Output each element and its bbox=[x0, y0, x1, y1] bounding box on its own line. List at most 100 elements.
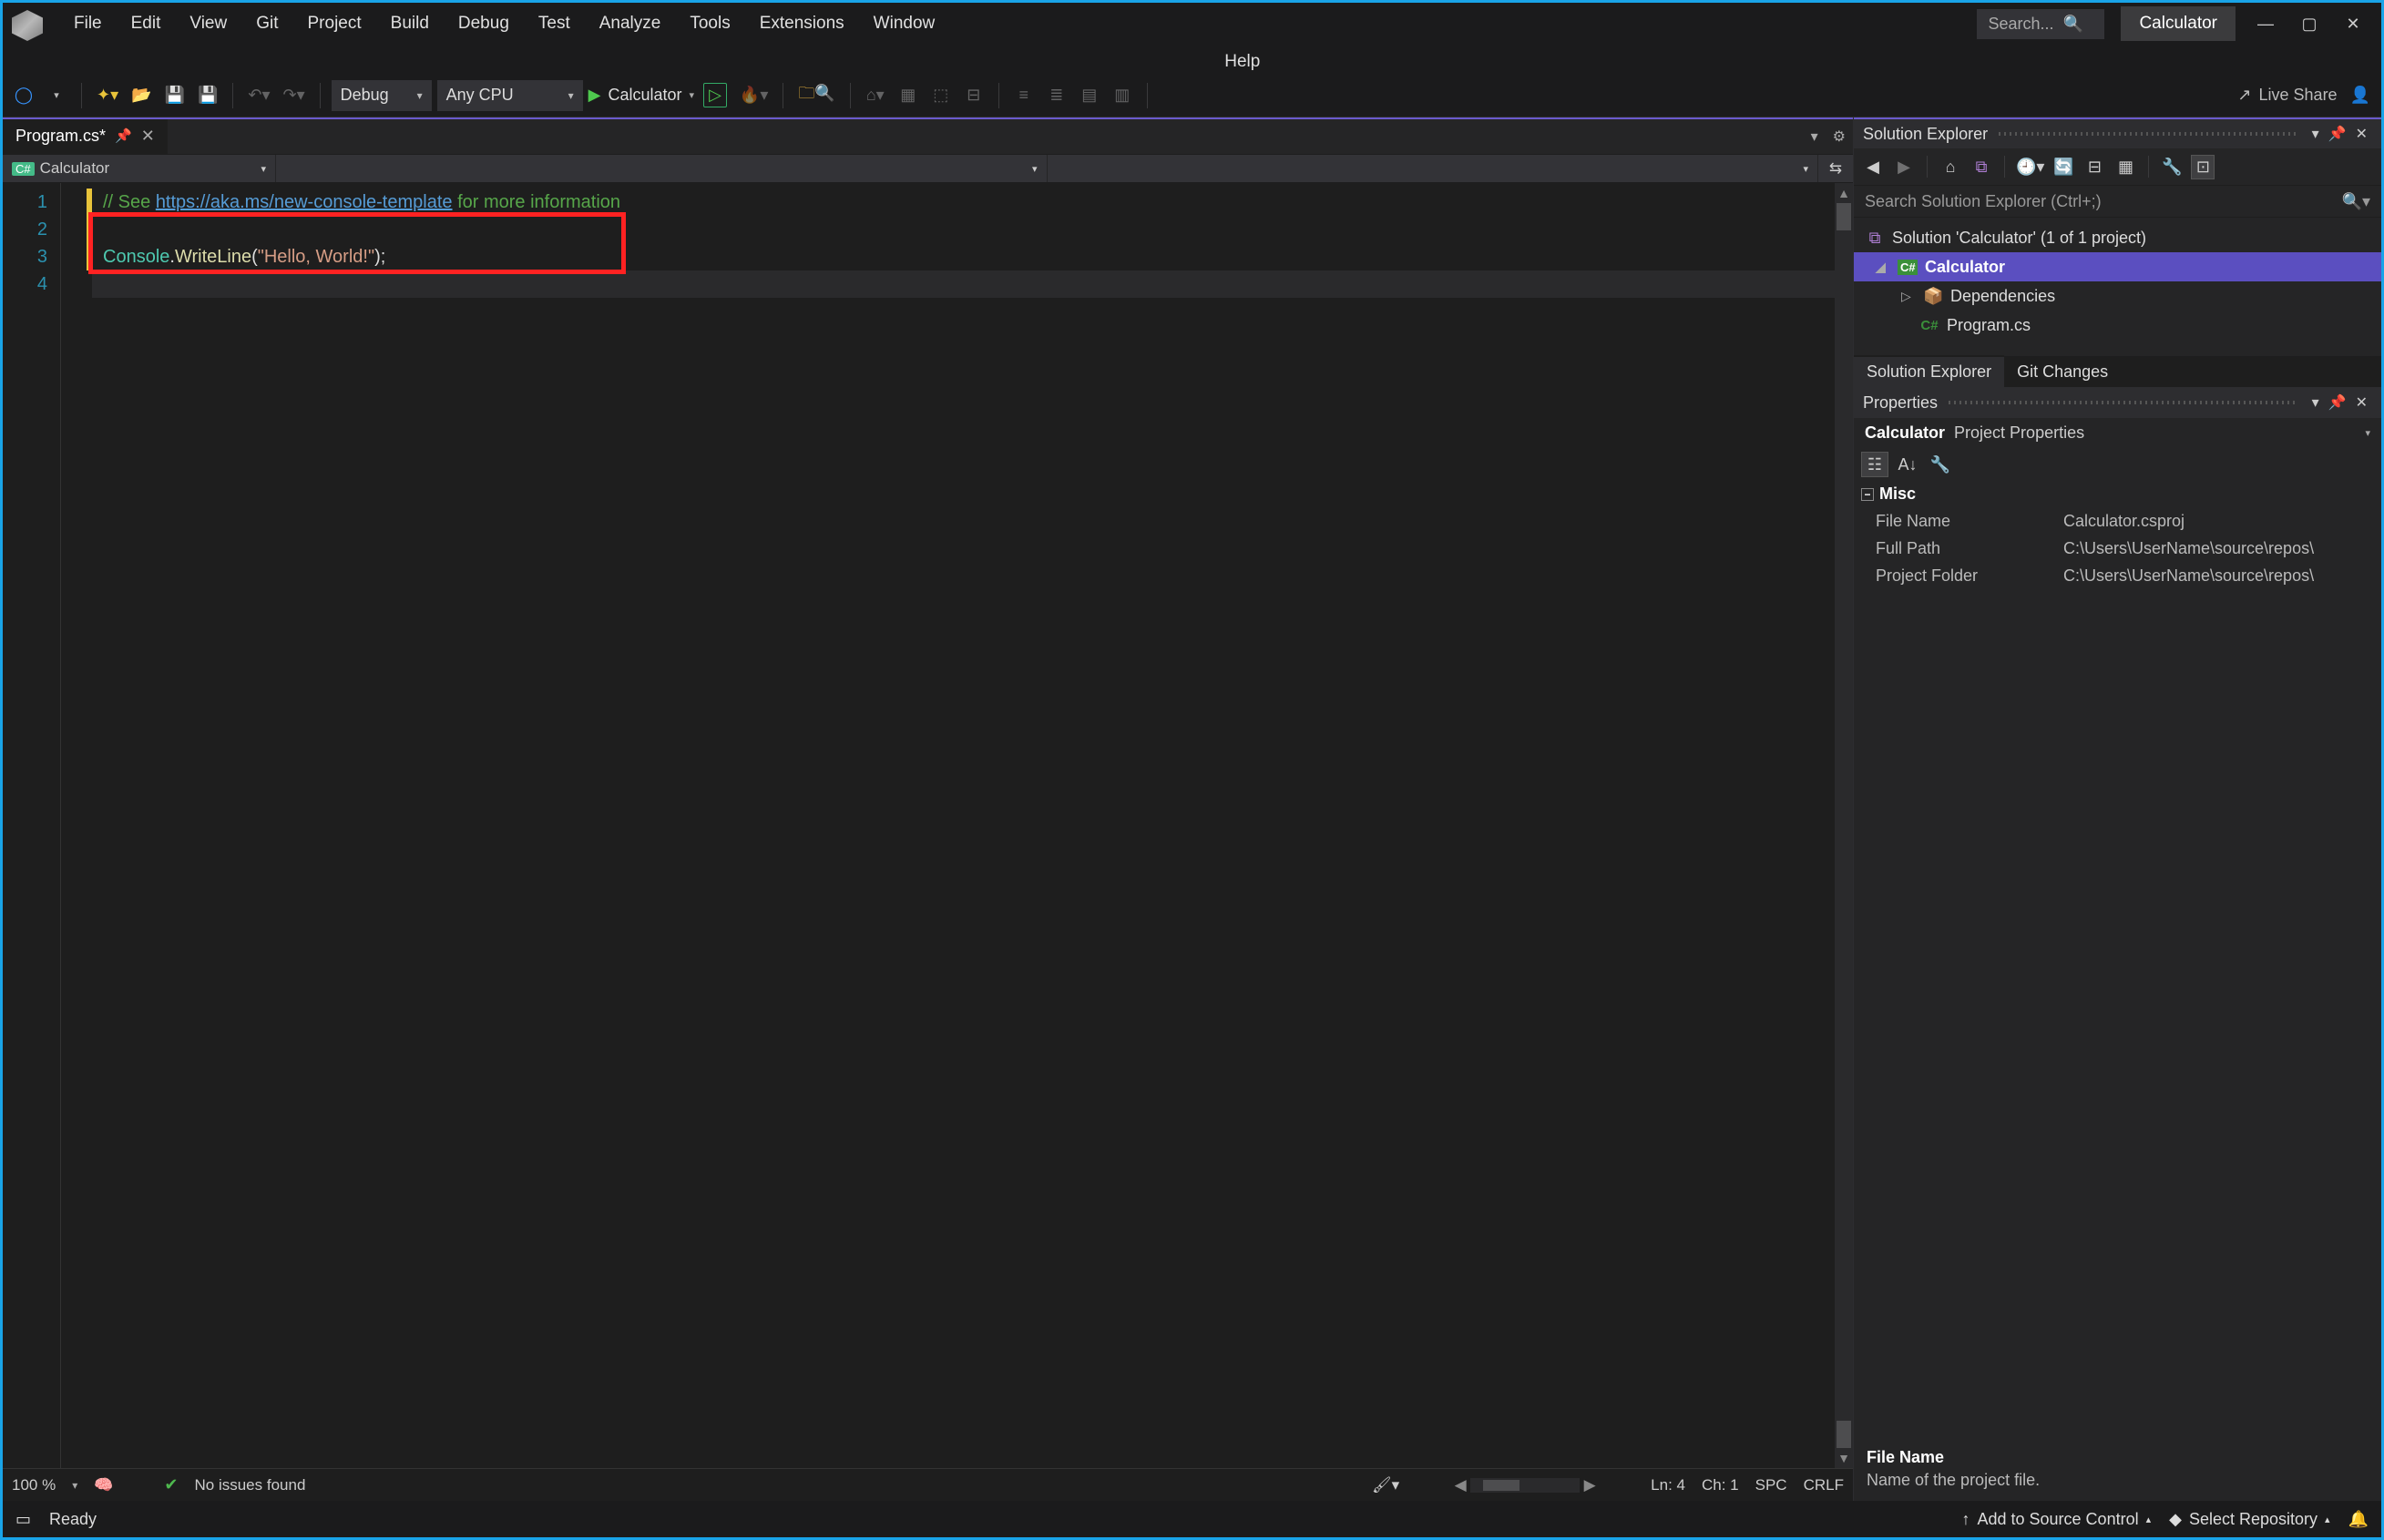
zoom-chevron-icon[interactable]: ▾ bbox=[72, 1479, 77, 1492]
menu-extensions[interactable]: Extensions bbox=[745, 6, 859, 41]
solution-explorer-search[interactable]: Search Solution Explorer (Ctrl+;) 🔍▾ bbox=[1854, 185, 2381, 218]
se-showall-icon[interactable]: ▦ bbox=[2113, 158, 2137, 177]
se-back-icon[interactable]: ◀ bbox=[1861, 158, 1885, 177]
nav-back-chevron-icon[interactable]: ▾ bbox=[43, 80, 70, 111]
panel-menu-chevron-icon[interactable]: ▾ bbox=[2307, 393, 2324, 412]
tree-dependencies-node[interactable]: ▷ 📦 Dependencies bbox=[1854, 281, 2381, 311]
nav-split-button[interactable]: ⇆ bbox=[1818, 155, 1853, 182]
code-editor[interactable]: 1 2 3 4 // See https://aka.ms/new-consol… bbox=[3, 183, 1853, 1468]
editor-horizontal-scrollbar[interactable]: ◀▶ bbox=[1450, 1476, 1600, 1494]
new-item-button[interactable]: ✦▾ bbox=[93, 80, 122, 111]
save-button[interactable]: 💾 bbox=[161, 80, 189, 111]
menu-file[interactable]: File bbox=[59, 6, 117, 41]
panel-close-icon[interactable]: ✕ bbox=[2351, 125, 2372, 143]
configuration-dropdown[interactable]: Debug▾ bbox=[332, 80, 432, 111]
find-in-files-button[interactable]: 🗀🔍 bbox=[794, 80, 838, 111]
toolbar-icon-3[interactable]: ⬚ bbox=[927, 80, 955, 111]
property-row-projectfolder[interactable]: Project Folder C:\Users\UserName\source\… bbox=[1854, 562, 2381, 589]
add-to-source-control-button[interactable]: ↑ Add to Source Control ▴ bbox=[1961, 1510, 2151, 1529]
se-forward-icon[interactable]: ▶ bbox=[1892, 158, 1916, 177]
editor-tab-program[interactable]: Program.cs* 📌 ✕ bbox=[3, 119, 168, 154]
tab-git-changes[interactable]: Git Changes bbox=[2004, 357, 2121, 387]
panel-pin-icon[interactable]: 📌 bbox=[2324, 125, 2351, 143]
properties-subject[interactable]: Calculator Project Properties ▾ bbox=[1854, 418, 2381, 448]
select-repository-button[interactable]: ◆ Select Repository ▴ bbox=[2169, 1510, 2329, 1529]
account-button[interactable]: 👤 bbox=[2347, 80, 2374, 111]
outline-margin[interactable] bbox=[61, 183, 87, 1468]
indent-button[interactable]: ≡ bbox=[1010, 80, 1038, 111]
menu-analyze[interactable]: Analyze bbox=[585, 6, 676, 41]
start-debug-button[interactable]: ▶ Calculator ▾ bbox=[588, 86, 694, 105]
eol-mode[interactable]: CRLF bbox=[1804, 1476, 1844, 1494]
redo-button[interactable]: ↷▾ bbox=[280, 80, 309, 111]
code-link[interactable]: https://aka.ms/new-console-template bbox=[156, 192, 453, 212]
minimize-button[interactable]: — bbox=[2252, 13, 2279, 36]
panel-close-icon[interactable]: ✕ bbox=[2351, 393, 2372, 412]
menu-tools[interactable]: Tools bbox=[675, 6, 744, 41]
code-text-area[interactable]: // See https://aka.ms/new-console-templa… bbox=[87, 183, 1835, 1468]
tab-settings-gear-icon[interactable]: ⚙ bbox=[1826, 127, 1853, 146]
se-home-icon[interactable]: ⌂ bbox=[1939, 158, 1962, 177]
toolbar-icon-2[interactable]: ▦ bbox=[895, 80, 922, 111]
se-preview-icon[interactable]: ⊡ bbox=[2191, 155, 2215, 179]
tab-overflow-chevron-icon[interactable]: ▾ bbox=[1804, 127, 1826, 146]
se-history-icon[interactable]: 🕘▾ bbox=[2016, 158, 2044, 177]
menu-project[interactable]: Project bbox=[293, 6, 376, 41]
menu-edit[interactable]: Edit bbox=[117, 6, 176, 41]
property-row-filename[interactable]: File Name Calculator.csproj bbox=[1854, 507, 2381, 535]
solution-explorer-title[interactable]: Solution Explorer ▾ 📌 ✕ bbox=[1854, 117, 2381, 148]
tree-file-node[interactable]: C# Program.cs bbox=[1854, 311, 2381, 340]
prop-categorized-icon[interactable]: ☷ bbox=[1861, 452, 1888, 477]
tree-project-node[interactable]: ◢ C# Calculator bbox=[1854, 252, 2381, 281]
prop-wrench-icon[interactable]: 🔧 bbox=[1927, 452, 1954, 477]
panel-menu-chevron-icon[interactable]: ▾ bbox=[2307, 125, 2324, 143]
nav-back-button[interactable]: ◯ bbox=[10, 80, 37, 111]
menu-test[interactable]: Test bbox=[524, 6, 585, 41]
notifications-bell-icon[interactable]: 🔔 bbox=[2348, 1510, 2369, 1529]
tab-solution-explorer[interactable]: Solution Explorer bbox=[1854, 355, 2004, 387]
menu-git[interactable]: Git bbox=[241, 6, 292, 41]
solution-tree[interactable]: ⧉ Solution 'Calculator' (1 of 1 project)… bbox=[1854, 218, 2381, 356]
menu-debug[interactable]: Debug bbox=[444, 6, 524, 41]
prop-alpha-icon[interactable]: A↓ bbox=[1894, 452, 1921, 477]
cursor-col[interactable]: Ch: 1 bbox=[1702, 1476, 1739, 1494]
comment-button[interactable]: ▤ bbox=[1076, 80, 1103, 111]
brush-icon[interactable]: 🖌▾ bbox=[1372, 1476, 1399, 1494]
toolbar-icon-1[interactable]: ⌂▾ bbox=[862, 80, 889, 111]
menu-window[interactable]: Window bbox=[859, 6, 950, 41]
close-button[interactable]: ✕ bbox=[2339, 13, 2367, 36]
start-without-debug-button[interactable]: ▷ bbox=[700, 80, 731, 111]
pin-icon[interactable]: 📌 bbox=[115, 127, 132, 144]
se-switch-view-icon[interactable]: ⧉ bbox=[1970, 158, 1993, 177]
close-tab-icon[interactable]: ✕ bbox=[141, 127, 155, 146]
editor-vertical-scrollbar[interactable]: ▲ ▼ bbox=[1835, 183, 1853, 1468]
indent-mode[interactable]: SPC bbox=[1755, 1476, 1787, 1494]
platform-dropdown[interactable]: Any CPU▾ bbox=[437, 80, 583, 111]
se-sync-icon[interactable]: 🔄 bbox=[2051, 158, 2075, 177]
output-window-icon[interactable]: ▭ bbox=[15, 1510, 31, 1529]
tree-solution-node[interactable]: ⧉ Solution 'Calculator' (1 of 1 project) bbox=[1854, 223, 2381, 252]
properties-title[interactable]: Properties ▾ 📌 ✕ bbox=[1854, 387, 2381, 418]
se-collapse-icon[interactable]: ⊟ bbox=[2082, 158, 2106, 177]
open-file-button[interactable]: 📂 bbox=[128, 80, 155, 111]
nav-project-dropdown[interactable]: C#Calculator ▾ bbox=[3, 155, 276, 182]
hot-reload-button[interactable]: 🔥▾ bbox=[736, 80, 772, 111]
nav-type-dropdown[interactable]: ▾ bbox=[276, 155, 1048, 182]
zoom-level[interactable]: 100 % bbox=[12, 1476, 56, 1494]
intellicode-icon[interactable]: 🧠 bbox=[94, 1476, 113, 1494]
issues-label[interactable]: No issues found bbox=[195, 1476, 306, 1494]
menu-view[interactable]: View bbox=[175, 6, 241, 41]
undo-button[interactable]: ↶▾ bbox=[244, 80, 273, 111]
outdent-button[interactable]: ≣ bbox=[1043, 80, 1070, 111]
tree-expand-icon[interactable]: ▷ bbox=[1901, 289, 1916, 304]
se-properties-icon[interactable]: 🔧 bbox=[2160, 158, 2184, 177]
maximize-button[interactable]: ▢ bbox=[2296, 13, 2323, 36]
cursor-line[interactable]: Ln: 4 bbox=[1651, 1476, 1685, 1494]
global-search-input[interactable]: Search... 🔍 bbox=[1977, 9, 2104, 39]
uncomment-button[interactable]: ▥ bbox=[1109, 80, 1136, 111]
panel-pin-icon[interactable]: 📌 bbox=[2324, 393, 2351, 412]
menu-build[interactable]: Build bbox=[376, 6, 444, 41]
properties-group-misc[interactable]: − Misc bbox=[1854, 481, 2381, 507]
save-all-button[interactable]: 💾 bbox=[194, 80, 221, 111]
live-share-button[interactable]: ↗ Live Share bbox=[2234, 80, 2340, 111]
